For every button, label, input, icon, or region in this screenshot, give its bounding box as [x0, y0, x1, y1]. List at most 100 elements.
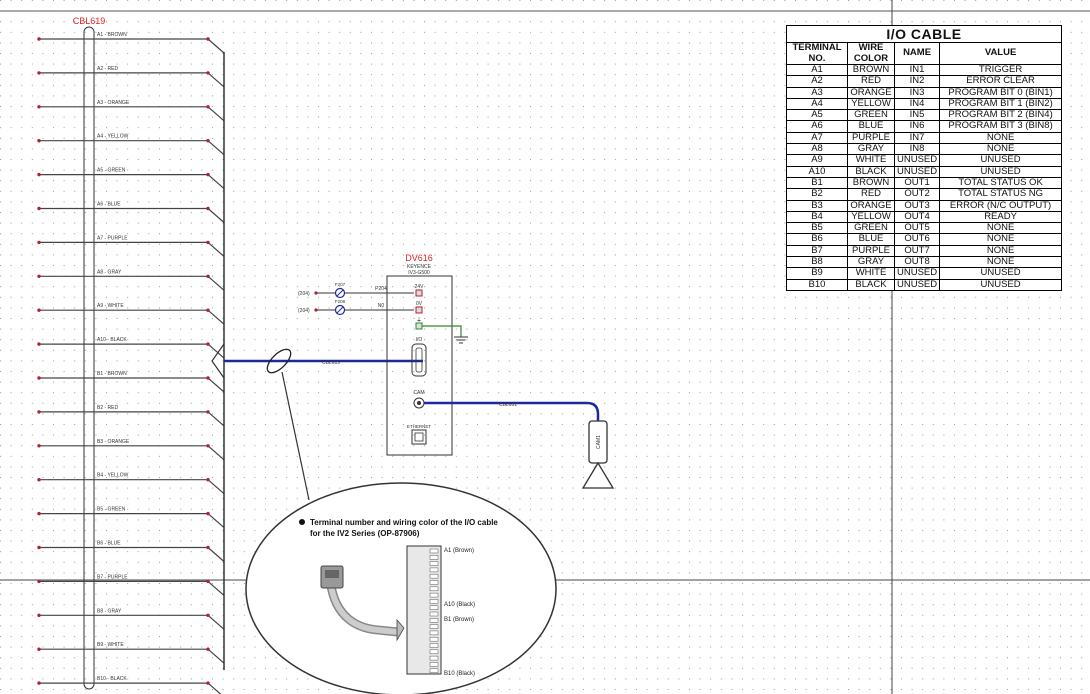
io-cable-table: I/O CABLE TERMINAL NO. WIRE COLOR NAME V… [786, 25, 1062, 291]
wire-color-cell: BLACK [847, 165, 895, 178]
wire-left-terminal[interactable] [37, 681, 41, 685]
terminal-cell: B1 [786, 176, 848, 190]
wire-left-terminal[interactable] [37, 410, 41, 414]
pin-label-a1: A1 (Brown) [444, 548, 474, 554]
wire-right-terminal[interactable] [206, 681, 210, 685]
wire-right-terminal[interactable] [206, 511, 210, 516]
wire-left-terminal[interactable] [37, 206, 41, 211]
wire-color-cell: YELLOW [847, 210, 895, 224]
wire-left-terminal[interactable] [37, 613, 41, 617]
wire-color-cell: GRAY [847, 143, 895, 156]
wire-label: B5 - GREEN [97, 507, 126, 513]
terminal-strip-pin [429, 605, 439, 610]
wire-label: A10 - BLACK [97, 337, 127, 343]
port-io-label: I/O [416, 337, 423, 343]
io-table-row: A2 RED IN2 ERROR CLEAR [786, 75, 1062, 88]
wire-left-terminal[interactable] [37, 308, 41, 312]
wire-right-terminal[interactable] [206, 139, 210, 143]
port-cam-label: CAM [413, 390, 424, 396]
terminal-strip-pin [429, 643, 439, 648]
wire-left-terminal[interactable] [37, 172, 41, 177]
wire-left-terminal[interactable] [37, 240, 41, 245]
wire-left-terminal[interactable] [37, 647, 41, 651]
wire-color-cell: BROWN [847, 176, 895, 190]
wire-right-terminal[interactable] [206, 545, 210, 550]
wire-right-terminal[interactable] [206, 105, 210, 109]
wire-right-terminal[interactable] [206, 240, 210, 245]
name-cell: IN1 [893, 63, 941, 77]
wire-left-terminal[interactable] [37, 376, 41, 380]
value-cell: ERROR (N/C OUTPUT) [939, 199, 1062, 212]
wire-left-terminal[interactable] [37, 478, 41, 482]
wire-left-terminal[interactable] [37, 105, 41, 109]
wire-right-terminal[interactable] [206, 410, 210, 414]
terminal-cell: A1 [786, 63, 848, 77]
port-24v-terminal[interactable] [415, 289, 423, 297]
name-cell: IN2 [893, 75, 941, 88]
wire-right-terminal[interactable] [206, 444, 210, 448]
callout-bullet-icon [299, 519, 305, 525]
io-table-row: A3 ORANGE IN3 PROGRAM BIT 0 (BIN1) [786, 86, 1062, 99]
wire-right-terminal[interactable] [206, 647, 210, 651]
power-input-1-wire-tag: P204 [375, 286, 387, 292]
terminal-cell: B2 [786, 188, 848, 201]
wire-left-terminal[interactable] [37, 342, 41, 346]
wire-color-cell: BLUE [847, 120, 895, 133]
wire-left-terminal[interactable] [37, 444, 41, 448]
io-table-title: I/O CABLE [786, 25, 1062, 43]
value-cell: PROGRAM BIT 3 (BIN8) [939, 120, 1062, 133]
value-cell: ERROR CLEAR [939, 75, 1062, 88]
wire-left-terminal[interactable] [37, 274, 41, 278]
terminal-strip-pin [429, 655, 439, 661]
wire-right-terminal[interactable] [206, 308, 210, 312]
value-cell: NONE [939, 233, 1062, 246]
pin-label-b10: B10 (Black) [444, 671, 475, 677]
name-cell: UNUSED [893, 267, 941, 280]
wire-right-terminal[interactable] [206, 478, 210, 482]
wire-left-terminal[interactable] [37, 579, 41, 584]
io-table-row: B7 PURPLE OUT7 NONE [786, 244, 1062, 258]
wire-label: B1 - BROWN [97, 371, 127, 377]
port-0v-terminal[interactable] [415, 306, 423, 314]
value-cell: NONE [939, 131, 1062, 145]
io-table-row: B5 GREEN OUT5 NONE [786, 222, 1062, 235]
wire-left-terminal[interactable] [37, 71, 41, 75]
wire-right-terminal[interactable] [206, 37, 210, 41]
wire-left-terminal[interactable] [37, 545, 41, 550]
value-cell: TOTAL STATUS OK [939, 176, 1062, 190]
io-table-row: A7 PURPLE IN7 NONE [786, 131, 1062, 145]
wire-right-terminal[interactable] [206, 71, 210, 75]
io-table-row: B10 BLACK UNUSED UNUSED [786, 278, 1062, 291]
terminal-cell: B4 [786, 210, 848, 224]
wire-right-terminal[interactable] [206, 172, 210, 177]
io-table-row: B1 BROWN OUT1 TOTAL STATUS OK [786, 176, 1062, 190]
terminal-strip-pin [429, 567, 439, 573]
wire-right-terminal[interactable] [206, 579, 210, 584]
wire-left-terminal[interactable] [37, 511, 41, 516]
io-table-row: A1 BROWN IN1 TRIGGER [786, 63, 1062, 77]
terminal-strip-pin [429, 611, 439, 617]
name-cell: IN8 [893, 143, 941, 156]
wire-right-terminal[interactable] [206, 206, 210, 211]
io-table-header-terminal: TERMINAL NO. [786, 42, 848, 65]
wire-right-terminal[interactable] [206, 342, 210, 346]
io-table-row: B2 RED OUT2 TOTAL STATUS NG [786, 188, 1062, 201]
port-ground-terminal[interactable] [415, 322, 423, 330]
wire-color-cell: GRAY [847, 256, 895, 269]
wire-color-cell: PURPLE [847, 244, 895, 258]
wire-right-terminal[interactable] [206, 613, 210, 617]
callout-title-line2: for the IV2 Series (OP-87906) [310, 529, 420, 538]
wire-label: A7 - PURPLE [97, 235, 128, 241]
name-cell: IN4 [893, 97, 941, 111]
value-cell: UNUSED [939, 165, 1062, 178]
terminal-strip-pin [429, 649, 439, 655]
power-input-2-endpoint [314, 308, 318, 312]
power-input-1-endpoint [314, 291, 318, 295]
wire-right-terminal[interactable] [206, 376, 210, 380]
wire-left-terminal[interactable] [37, 37, 41, 41]
wire-left-terminal[interactable] [37, 139, 41, 143]
io-table-row: A8 GRAY IN8 NONE [786, 143, 1062, 156]
wire-right-terminal[interactable] [206, 274, 210, 278]
device-model: IV3-G500 [408, 270, 430, 276]
camera-label: CAM1 [596, 435, 602, 449]
